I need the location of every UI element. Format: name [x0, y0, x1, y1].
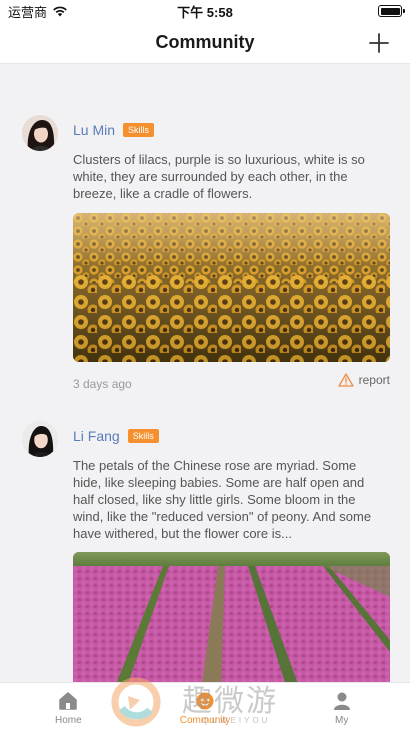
add-post-button[interactable] [366, 30, 392, 56]
tab-community[interactable]: Community [137, 683, 274, 732]
wifi-icon [53, 6, 67, 17]
author-name[interactable]: Li Fang [73, 428, 120, 444]
skill-badge: Skills [123, 122, 155, 138]
carrier-label: 运营商 [8, 4, 48, 20]
report-button[interactable]: report [337, 373, 390, 387]
nav-bar: Community [0, 22, 410, 64]
community-icon [196, 692, 214, 709]
post-card: Li Fang Skills The petals of the Chinese… [0, 404, 410, 682]
plus-icon [369, 33, 389, 53]
author-row: Li Fang Skills [73, 428, 159, 444]
tab-label: My [335, 714, 349, 726]
sunflower-field-photo [73, 213, 390, 362]
tab-label: Home [54, 714, 82, 726]
battery-fill [380, 7, 400, 15]
tab-label: Community [179, 714, 231, 726]
warning-icon [337, 373, 354, 387]
post-text: The petals of the Chinese rose are myria… [73, 458, 372, 541]
tab-home[interactable]: Home [0, 683, 137, 732]
post-card: Lu Min Skills Clusters of lilacs, purple… [0, 64, 410, 404]
report-label: report [358, 373, 390, 387]
tab-my[interactable]: My [273, 683, 410, 732]
avatar-photo [22, 421, 58, 457]
skill-badge: Skills [127, 428, 159, 444]
author-row: Lu Min Skills [73, 122, 155, 138]
post-text: Clusters of lilacs, purple is so luxurio… [73, 152, 365, 201]
home-icon [59, 691, 78, 710]
person-icon [333, 692, 350, 710]
avatar[interactable] [22, 115, 58, 151]
tulip-field-photo [73, 552, 390, 682]
post-image[interactable] [73, 213, 390, 362]
post-time: 3 days ago [73, 377, 132, 391]
avatar[interactable] [22, 421, 58, 457]
author-name[interactable]: Lu Min [73, 122, 115, 138]
page-title: Community [155, 32, 255, 52]
post-image[interactable] [73, 552, 390, 682]
status-left: 运营商 [8, 2, 68, 21]
status-bar: 运营商 下午 5:58 [0, 0, 410, 22]
battery-icon [378, 5, 405, 17]
tab-bar: Home Community My [0, 682, 410, 732]
avatar-photo [22, 115, 58, 151]
community-feed[interactable]: Lu Min Skills Clusters of lilacs, purple… [0, 64, 410, 682]
